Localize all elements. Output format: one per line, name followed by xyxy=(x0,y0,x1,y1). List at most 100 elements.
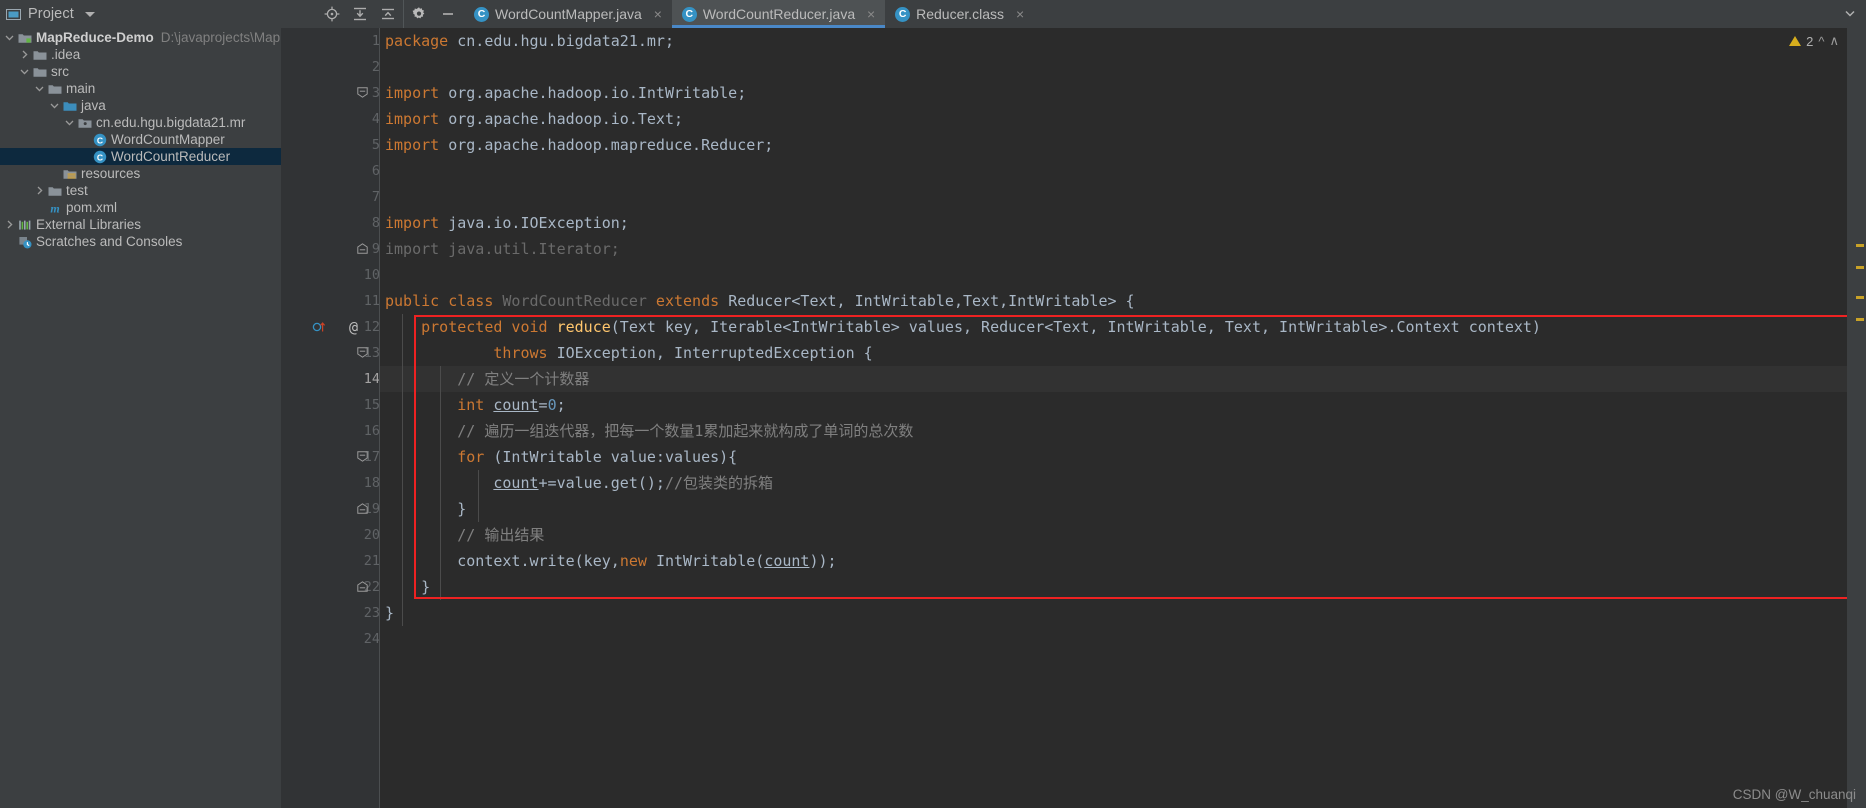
chevron-down-icon[interactable] xyxy=(48,97,61,114)
chevron-right-icon[interactable] xyxy=(33,182,46,199)
tree-item-mapreduce-demo[interactable]: MapReduce-Demo D:\javaprojects\MapReduce-… xyxy=(0,29,281,46)
chevron-right-icon[interactable] xyxy=(18,46,31,63)
project-tree[interactable]: MapReduce-Demo D:\javaprojects\MapReduce-… xyxy=(0,28,281,808)
code-surface[interactable]: package cn.edu.hgu.bigdata21.mr; import o… xyxy=(380,28,1847,808)
minimize-icon[interactable] xyxy=(439,6,456,23)
code-line[interactable]: // 输出结果 xyxy=(380,522,544,548)
line-number: 5 xyxy=(371,137,380,153)
editor-tab-reducer-class[interactable]: C Reducer.class × xyxy=(885,0,1035,28)
code-line[interactable] xyxy=(380,262,385,288)
close-icon[interactable]: × xyxy=(1014,6,1026,22)
code-token: import xyxy=(385,110,440,128)
code-line[interactable]: } xyxy=(380,600,394,626)
code-line[interactable]: } xyxy=(380,574,430,600)
tree-item-cn-edu-hgu-bigdata21-mr[interactable]: cn.edu.hgu.bigdata21.mr xyxy=(0,114,281,131)
inspection-marker[interactable] xyxy=(1856,318,1864,321)
code-token: WordCountReducer xyxy=(502,292,647,310)
inspection-marker[interactable] xyxy=(1856,266,1864,269)
collapse-all-icon[interactable] xyxy=(379,6,396,23)
editor-scrollbar[interactable] xyxy=(1847,28,1866,808)
code-line[interactable]: public class WordCountReducer extends Re… xyxy=(380,288,1135,314)
code-line[interactable]: protected void reduce(Text key, Iterable… xyxy=(380,314,1541,340)
chevron-down-icon[interactable] xyxy=(63,114,76,131)
tree-item-idea[interactable]: .idea xyxy=(0,46,281,63)
indent-guide xyxy=(402,314,403,626)
code-line[interactable]: // 遍历一组迭代器，把每一个数量1累加起来就构成了单词的总次数 xyxy=(380,418,913,444)
tree-item-java[interactable]: java xyxy=(0,97,281,114)
code-line[interactable]: package cn.edu.hgu.bigdata21.mr; xyxy=(380,28,674,54)
gear-icon[interactable] xyxy=(410,6,427,23)
fold-start-icon[interactable] xyxy=(357,451,368,462)
chevron-up-icon[interactable]: ^ xyxy=(1818,34,1824,49)
chevron-right-icon[interactable] xyxy=(3,216,16,233)
inspection-marker[interactable] xyxy=(1856,296,1864,299)
tree-item-pom-xml[interactable]: m pom.xml xyxy=(0,199,281,216)
code-line[interactable]: import java.io.IOException; xyxy=(380,210,629,236)
code-token: (IntWritable value:values){ xyxy=(493,448,738,466)
close-icon[interactable]: × xyxy=(865,6,877,22)
tab-list-icon[interactable] xyxy=(1841,6,1858,23)
tree-item-label: src xyxy=(51,64,69,79)
code-token: org.apache.hadoop.io.IntWritable; xyxy=(439,84,747,102)
java-class-icon: C xyxy=(91,148,108,165)
tree-item-main[interactable]: main xyxy=(0,80,281,97)
svg-text:C: C xyxy=(96,152,102,162)
code-line[interactable]: import java.util.Iterator; xyxy=(380,236,620,262)
tree-item-label: java xyxy=(81,98,106,113)
code-line[interactable] xyxy=(380,626,385,652)
fold-start-icon[interactable] xyxy=(357,347,368,358)
code-line[interactable]: count+=value.get();//包装类的拆箱 xyxy=(380,470,773,496)
code-line-text: int count=0; xyxy=(380,396,565,414)
editor-tab-wordcountreducer[interactable]: C WordCountReducer.java × xyxy=(671,0,886,28)
tree-item-scratches-and-consoles[interactable]: Scratches and Consoles xyxy=(0,233,281,250)
code-line-text: for (IntWritable value:values){ xyxy=(380,448,737,466)
inspection-widget[interactable]: 2 ^ ∧ xyxy=(1783,28,1845,54)
inspection-marker[interactable] xyxy=(1856,244,1864,247)
tree-item-label: pom.xml xyxy=(66,200,118,215)
chevron-down-icon[interactable]: ∧ xyxy=(1829,33,1839,49)
code-line[interactable]: import org.apache.hadoop.io.Text; xyxy=(380,106,683,132)
code-line[interactable]: for (IntWritable value:values){ xyxy=(380,444,737,470)
code-line-text: context.write(key,new IntWritable(count)… xyxy=(380,552,836,570)
close-icon[interactable]: × xyxy=(652,6,664,22)
code-line[interactable]: import org.apache.hadoop.mapreduce.Reduc… xyxy=(380,132,773,158)
editor-tab-wordcountmapper[interactable]: C WordCountMapper.java × xyxy=(464,0,672,28)
fold-end-icon[interactable] xyxy=(357,243,368,254)
fold-start-icon[interactable] xyxy=(357,87,368,98)
locate-icon[interactable] xyxy=(323,6,340,23)
chevron-down-icon[interactable] xyxy=(33,80,46,97)
fold-end-icon[interactable] xyxy=(357,581,368,592)
code-token: org.apache.hadoop.mapreduce.Reducer; xyxy=(439,136,774,154)
chevron-down-icon[interactable] xyxy=(18,63,31,80)
code-line[interactable] xyxy=(380,158,385,184)
expand-all-icon[interactable] xyxy=(351,6,368,23)
caret-down-icon[interactable] xyxy=(84,11,95,17)
code-line[interactable]: int count=0; xyxy=(380,392,565,418)
code-line[interactable] xyxy=(380,184,385,210)
fold-end-icon[interactable] xyxy=(357,503,368,514)
tree-item-external-libraries[interactable]: External Libraries xyxy=(0,216,281,233)
code-editor[interactable]: 1 2 3 4 5 6 7 8 9 10 11 12 @13 14 15 16 17 18 19 20 21 22 23 24… xyxy=(281,28,1866,808)
code-line[interactable]: throws IOException, InterruptedException… xyxy=(380,340,872,366)
line-number: 24 xyxy=(363,631,380,647)
tree-item-test[interactable]: test xyxy=(0,182,281,199)
tree-item-resources[interactable]: resources xyxy=(0,165,281,182)
folder-icon xyxy=(31,46,48,63)
editor-gutter[interactable]: 1 2 3 4 5 6 7 8 9 10 11 12 @13 14 15 16 17 18 19 20 21 22 23 24 xyxy=(281,28,380,808)
tree-item-wordcountmapper[interactable]: C WordCountMapper xyxy=(0,131,281,148)
tree-item-src[interactable]: src xyxy=(0,63,281,80)
code-line[interactable]: context.write(key,new IntWritable(count)… xyxy=(380,548,836,574)
code-line[interactable]: // 定义一个计数器 xyxy=(380,366,589,392)
tree-item-wordcountreducer[interactable]: C WordCountReducer xyxy=(0,148,281,165)
chevron-down-icon[interactable] xyxy=(3,29,16,46)
code-line-text: // 遍历一组迭代器，把每一个数量1累加起来就构成了单词的总次数 xyxy=(380,422,913,440)
code-line[interactable]: import org.apache.hadoop.io.IntWritable; xyxy=(380,80,746,106)
override-method-icon[interactable] xyxy=(312,320,326,333)
code-token: Reducer<Text, IntWritable,Text,IntWritab… xyxy=(728,292,1135,310)
code-line[interactable] xyxy=(380,54,385,80)
code-line[interactable]: } xyxy=(380,496,466,522)
